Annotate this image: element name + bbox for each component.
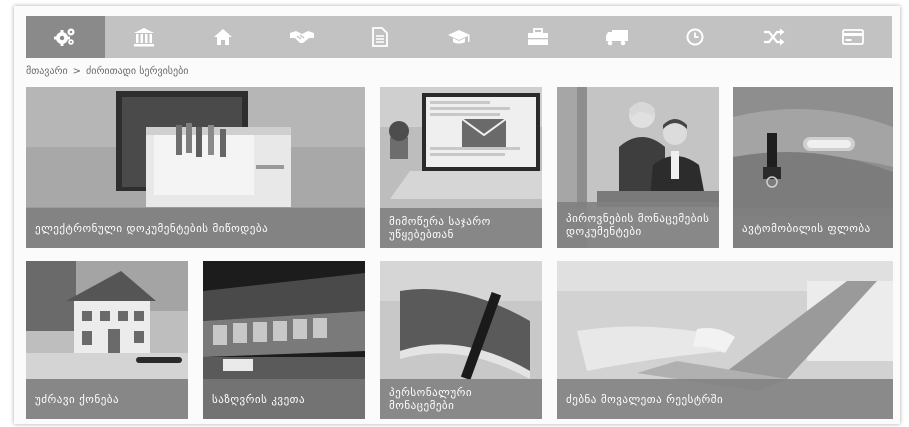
nav-item-documents[interactable] bbox=[341, 16, 420, 58]
breadcrumb: მთავარი > ძირითადი სერვისები bbox=[26, 66, 188, 77]
handshake-icon bbox=[289, 31, 314, 43]
service-tile-real-estate[interactable]: უძრავი ქონება bbox=[26, 261, 188, 419]
home-icon bbox=[213, 29, 232, 45]
service-tile-debtors-registry[interactable]: ძებნა მოვალეთა რეესტრში bbox=[557, 261, 893, 419]
tile-caption: ავტომობილის ფლობა bbox=[733, 208, 893, 248]
nav-item-partnership[interactable] bbox=[262, 16, 341, 58]
nav-item-services[interactable] bbox=[26, 16, 105, 58]
tile-label: საზღვრის კვეთა bbox=[212, 392, 306, 406]
breadcrumb-current: ძირითადი სერვისები bbox=[86, 66, 189, 77]
tile-caption: ძებნა მოვალეთა რეესტრში bbox=[557, 379, 893, 419]
top-navbar bbox=[26, 16, 892, 58]
graduation-cap-icon bbox=[448, 30, 471, 44]
nav-item-bank[interactable] bbox=[105, 16, 184, 58]
tile-label: ელექტრონული დოკუმენტების მიწოდება bbox=[35, 221, 269, 235]
service-tile-personal-documents[interactable]: პიროვნების მონაცემების დოკუმენტები bbox=[557, 87, 719, 248]
nav-item-business[interactable] bbox=[498, 16, 577, 58]
nav-item-home[interactable] bbox=[183, 16, 262, 58]
truck-icon bbox=[605, 30, 628, 46]
nav-item-payments[interactable] bbox=[813, 16, 892, 58]
clock-icon bbox=[686, 28, 704, 46]
tile-label: უძრავი ქონება bbox=[35, 392, 120, 406]
bank-icon bbox=[134, 28, 155, 47]
tile-label: მიმოწერა საჯარო უწყებებთან bbox=[389, 215, 491, 241]
tile-caption: ელექტრონული დოკუმენტების მიწოდება bbox=[26, 208, 365, 248]
service-tile-vehicle-ownership[interactable]: ავტომობილის ფლობა bbox=[733, 87, 893, 248]
service-tile-personal-data[interactable]: პერსონალური მონაცემები bbox=[380, 261, 542, 419]
breadcrumb-separator: > bbox=[72, 66, 82, 77]
tile-caption: მიმოწერა საჯარო უწყებებთან bbox=[380, 208, 542, 248]
service-tile-correspondence[interactable]: მიმოწერა საჯარო უწყებებთან bbox=[380, 87, 542, 248]
tile-caption: უძრავი ქონება bbox=[26, 379, 188, 419]
gears-icon bbox=[54, 28, 75, 46]
tile-label: ავტომობილის ფლობა bbox=[742, 221, 871, 235]
service-tile-electronic-documents[interactable]: ელექტრონული დოკუმენტების მიწოდება bbox=[26, 87, 365, 248]
nav-item-history[interactable] bbox=[656, 16, 735, 58]
tile-label: ძებნა მოვალეთა რეესტრში bbox=[566, 392, 724, 406]
tile-caption: პერსონალური მონაცემები bbox=[380, 379, 542, 419]
shuffle-icon bbox=[763, 28, 785, 46]
credit-card-icon bbox=[841, 29, 864, 45]
service-tile-border-crossing[interactable]: საზღვრის კვეთა bbox=[203, 261, 365, 419]
breadcrumb-home-link[interactable]: მთავარი bbox=[26, 66, 68, 77]
nav-item-transport[interactable] bbox=[577, 16, 656, 58]
tile-caption: პიროვნების მონაცემების დოკუმენტები bbox=[557, 202, 719, 248]
tile-caption: საზღვრის კვეთა bbox=[203, 379, 365, 419]
document-icon bbox=[372, 27, 389, 47]
nav-item-education[interactable] bbox=[420, 16, 499, 58]
tile-label: პერსონალური მონაცემები bbox=[389, 386, 473, 412]
tile-label: პიროვნების მონაცემების დოკუმენტები bbox=[566, 212, 710, 238]
nav-item-exchange[interactable] bbox=[735, 16, 814, 58]
briefcase-icon bbox=[527, 28, 548, 45]
